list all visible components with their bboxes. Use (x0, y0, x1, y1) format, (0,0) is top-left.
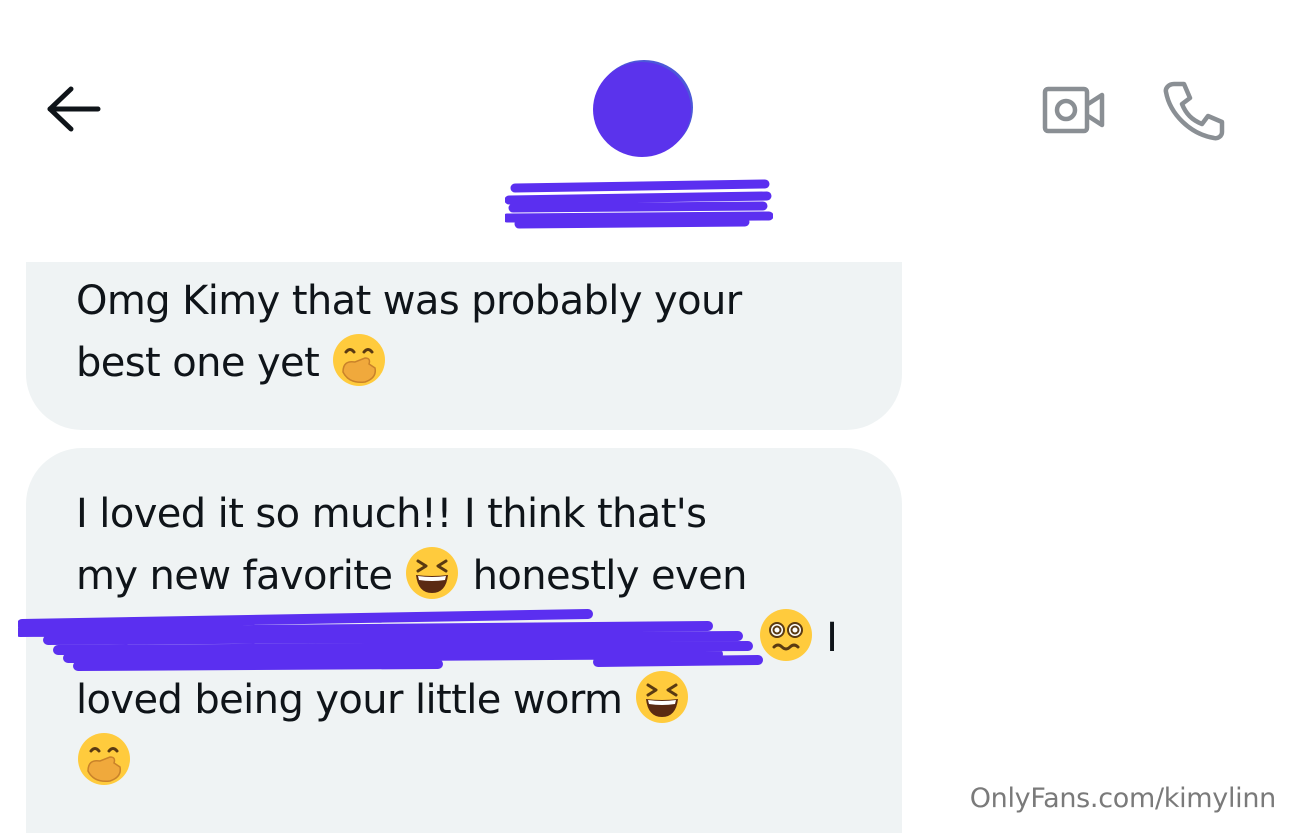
message-line: Omg Kimy that was probably your (76, 278, 742, 324)
phone-call-button[interactable] (1160, 78, 1226, 142)
video-call-button[interactable] (1042, 84, 1106, 136)
message-line (76, 731, 132, 793)
grinning-squinting-face-emoji (406, 547, 459, 599)
message-bubble[interactable]: Omg Kimy that was probably your best one… (26, 262, 902, 430)
message-line-text: best one yet (76, 340, 320, 386)
hand-over-mouth-emoji (78, 733, 130, 785)
back-button[interactable] (44, 84, 104, 134)
grinning-squinting-face-emoji (636, 671, 689, 723)
message-redaction (18, 609, 763, 671)
hand-over-mouth-emoji (333, 334, 386, 386)
message-line: I loved it so much!! I think that's (76, 491, 707, 537)
chat-screen: Omg Kimy that was probably your best one… (0, 0, 1290, 833)
message-line: my new favorite honestly even (76, 545, 747, 607)
message-line-text: my new favorite (76, 553, 393, 599)
watermark: OnlyFans.com/kimylinn (969, 783, 1277, 814)
phone-icon (1163, 81, 1225, 141)
arrow-left-icon (47, 86, 101, 132)
message-line: best one yet (76, 332, 387, 394)
message-line-text: honestly even (472, 553, 748, 599)
message-line-text: loved being your little worm (76, 677, 623, 723)
avatar[interactable] (593, 62, 691, 157)
message-line: I (758, 607, 838, 669)
message-line-text: I (826, 615, 838, 661)
contact-name-redaction (505, 179, 773, 229)
message-line: loved being your little worm (76, 669, 690, 731)
video-call-icon (1042, 86, 1105, 134)
